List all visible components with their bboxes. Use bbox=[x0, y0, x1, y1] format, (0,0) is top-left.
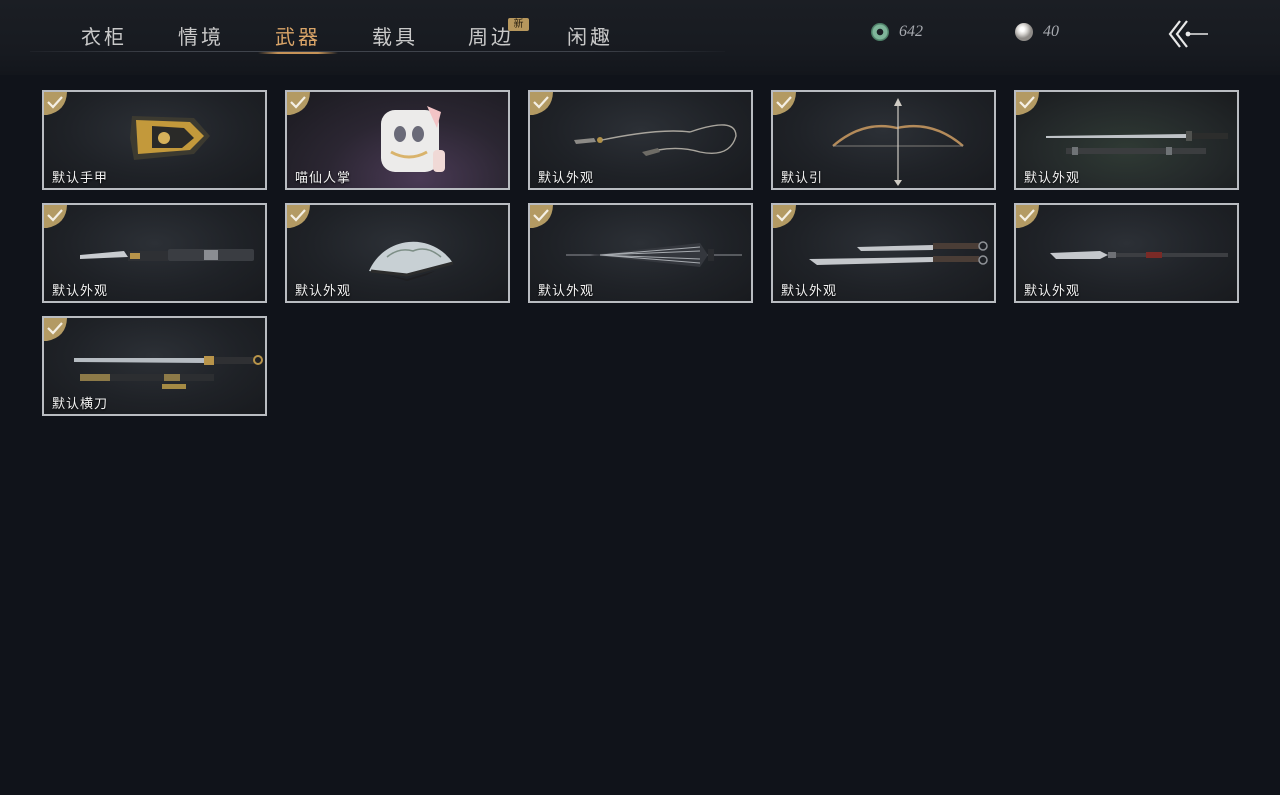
pearl-currency: 40 bbox=[1015, 22, 1059, 42]
tabs-divider bbox=[30, 51, 725, 52]
item-label: 默认引 bbox=[781, 171, 824, 186]
item-label: 默认外观 bbox=[1024, 171, 1081, 186]
pearl-amount: 40 bbox=[1043, 23, 1059, 40]
jade-coin-icon bbox=[871, 23, 889, 41]
weapon-card-dagger[interactable]: 默认外观 bbox=[42, 203, 267, 303]
back-arrow-icon bbox=[1168, 20, 1208, 48]
item-label: 默认外观 bbox=[52, 284, 109, 299]
weapon-card-glaive[interactable]: 默认外观 bbox=[1014, 203, 1239, 303]
weapon-card-fan[interactable]: 默认外观 bbox=[285, 203, 510, 303]
weapon-card-twin-blades[interactable]: 默认外观 bbox=[771, 203, 996, 303]
item-label: 默认外观 bbox=[295, 284, 352, 299]
item-label: 默认外观 bbox=[538, 171, 595, 186]
tab-leisure[interactable]: 闲趣 bbox=[550, 21, 630, 51]
weapon-card-gauntlet[interactable]: 默认手甲 bbox=[42, 90, 267, 190]
equipped-check-icon bbox=[286, 204, 312, 230]
equipped-check-icon bbox=[43, 317, 69, 343]
pearl-icon bbox=[1015, 23, 1033, 41]
equipped-check-icon bbox=[43, 91, 69, 117]
item-label: 默认外观 bbox=[1024, 284, 1081, 299]
weapon-card-bow[interactable]: 默认引 bbox=[771, 90, 996, 190]
equipped-check-icon bbox=[286, 91, 312, 117]
equipped-check-icon bbox=[43, 204, 69, 230]
weapon-card-sword[interactable]: 默认外观 bbox=[1014, 90, 1239, 190]
item-label: 默认手甲 bbox=[52, 171, 109, 186]
equipped-check-icon bbox=[1015, 204, 1041, 230]
weapon-card-rope-dart[interactable]: 默认外观 bbox=[528, 90, 753, 190]
jade-currency: 642 bbox=[871, 22, 923, 42]
equipped-check-icon bbox=[772, 91, 798, 117]
tab-vehicles[interactable]: 载具 bbox=[355, 21, 435, 51]
item-label: 默认外观 bbox=[538, 284, 595, 299]
tab-wardrobe[interactable]: 衣柜 bbox=[64, 21, 144, 51]
weapon-card-hengdao[interactable]: 默认横刀 bbox=[42, 316, 267, 416]
weapon-card-cat-paw[interactable]: 喵仙人掌 bbox=[285, 90, 510, 190]
item-label: 默认外观 bbox=[781, 284, 838, 299]
jade-amount: 642 bbox=[899, 23, 923, 40]
equipped-check-icon bbox=[529, 204, 555, 230]
back-button[interactable] bbox=[1166, 18, 1210, 50]
tab-weapons[interactable]: 武器 bbox=[258, 21, 338, 54]
equipped-check-icon bbox=[529, 91, 555, 117]
tab-scenario[interactable]: 情境 bbox=[161, 21, 241, 51]
equipped-check-icon bbox=[1015, 91, 1041, 117]
item-label: 默认横刀 bbox=[52, 397, 109, 412]
item-label: 喵仙人掌 bbox=[295, 171, 352, 186]
weapon-card-umbrella[interactable]: 默认外观 bbox=[528, 203, 753, 303]
equipped-check-icon bbox=[772, 204, 798, 230]
new-badge: 新 bbox=[508, 18, 529, 31]
